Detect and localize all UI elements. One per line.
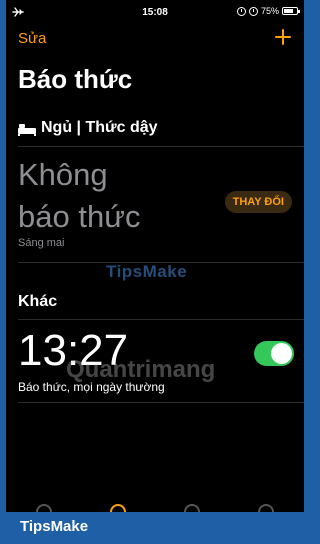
alarm-status-icon: [248, 6, 258, 16]
change-sleep-button[interactable]: THAY ĐỔI: [224, 191, 292, 213]
battery-fill: [284, 9, 293, 13]
alarm-toggle[interactable]: [254, 341, 294, 366]
tab-timer-icon[interactable]: [258, 504, 274, 512]
tab-alarm-icon[interactable]: [110, 504, 126, 512]
toggle-knob: [271, 343, 292, 364]
tab-stopwatch-icon[interactable]: [184, 504, 200, 512]
divider: [18, 146, 304, 147]
battery-icon: [282, 7, 300, 15]
status-right: 75%: [236, 6, 300, 16]
other-section-header: Khác: [18, 293, 58, 310]
watermark-quantrimang: Quantrimang: [66, 356, 216, 383]
phone-screen: 15:08 75% Sửa Báo thức Ngủ | Thức dậy Kh…: [6, 0, 304, 512]
sleep-status-line1: Không: [18, 157, 108, 192]
page-title: Báo thức: [18, 64, 133, 94]
tab-world-clock-icon[interactable]: [36, 504, 52, 512]
battery-percent: 75%: [260, 6, 279, 16]
tab-bar: [6, 504, 304, 512]
sleep-status: Không báo thức: [18, 154, 198, 238]
orientation-lock-icon: [236, 6, 246, 16]
sleep-section-header: Ngủ | Thức dậy: [18, 119, 158, 137]
sleep-subtitle: Sáng mai: [18, 237, 65, 249]
bed-icon: [18, 122, 36, 136]
status-bar: 15:08 75%: [6, 0, 304, 26]
edit-button[interactable]: Sửa: [18, 30, 46, 47]
add-alarm-icon[interactable]: [272, 26, 294, 48]
footer-brand: TipsMake: [20, 518, 89, 535]
divider: [18, 402, 304, 403]
divider: [18, 319, 304, 320]
sleep-header-label: Ngủ | Thức dậy: [41, 119, 158, 136]
sleep-status-line2: báo thức: [18, 199, 141, 234]
watermark-tipsmake: TipsMake: [106, 262, 188, 281]
